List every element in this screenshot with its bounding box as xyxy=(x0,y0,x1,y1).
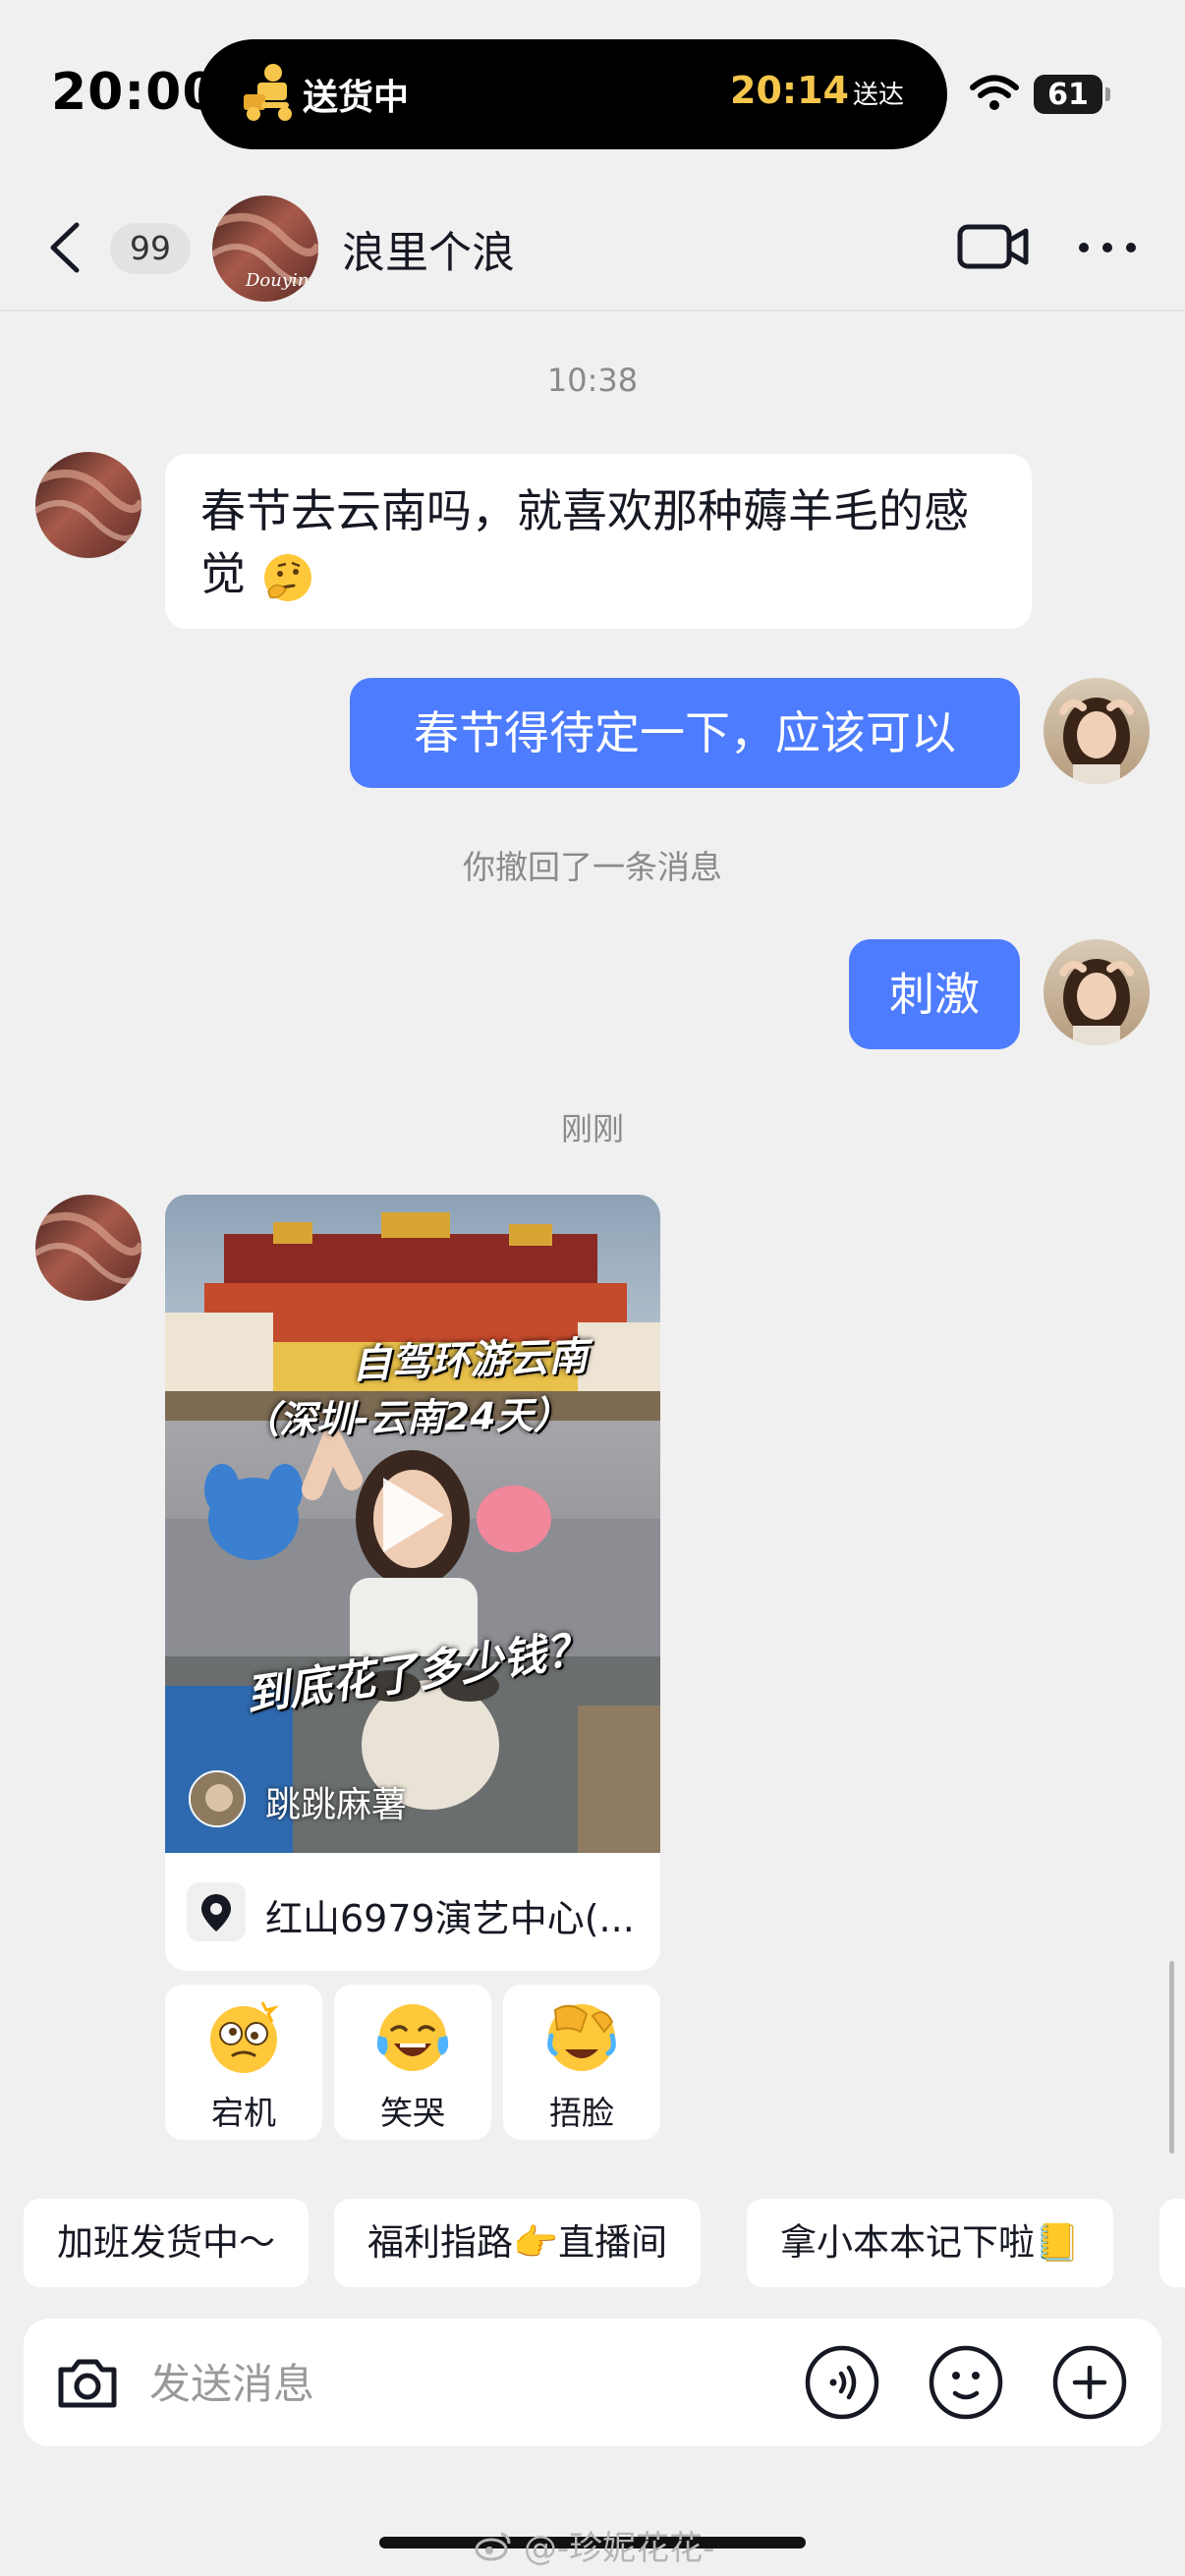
facepalm-icon xyxy=(547,2004,616,2071)
suggested-reply-chip[interactable]: 拿小本本记下啦📒 xyxy=(747,2199,1114,2287)
add-attachment-icon[interactable] xyxy=(1051,2344,1128,2421)
reaction-button-dizzy[interactable]: 宕机 xyxy=(165,1985,322,2140)
more-options-icon[interactable] xyxy=(1077,236,1138,259)
watermark: @-珍妮花花- xyxy=(474,2521,714,2569)
camera-icon[interactable] xyxy=(49,2344,126,2421)
incoming-message-bubble[interactable]: 春节去云南吗，就喜欢那种薅羊毛的感觉 xyxy=(165,454,1032,629)
video-caption: 自驾环游云南 xyxy=(351,1333,589,1388)
reaction-button-facepalm[interactable]: 捂脸 xyxy=(503,1985,660,2140)
message-input[interactable] xyxy=(149,2348,778,2419)
live-activity-eta: 20:14 送达 xyxy=(730,69,904,112)
timestamp-divider: 刚刚 xyxy=(560,1110,624,1148)
video-location-text: 红山6979演艺中心(... xyxy=(265,1897,635,1940)
emoji-picker-icon[interactable] xyxy=(928,2344,1004,2421)
contact-message-avatar[interactable] xyxy=(35,452,141,558)
weibo-logo-icon xyxy=(475,2532,511,2560)
reaction-label: 宕机 xyxy=(211,2094,276,2132)
video-location-row[interactable]: 红山6979演艺中心(... xyxy=(165,1853,660,1971)
eta-label: 送达 xyxy=(852,81,904,110)
status-bar: 20:00 送货中 20:14 送达 61 xyxy=(0,0,1185,182)
dizzy-face-icon xyxy=(210,2001,279,2073)
reaction-button-tears-of-joy[interactable]: 笑哭 xyxy=(334,1985,491,2140)
wifi-icon xyxy=(970,75,1019,110)
delivery-rider-icon xyxy=(244,64,292,121)
contact-name[interactable]: 浪里个浪 xyxy=(342,217,515,280)
live-activity-title: 送货中 xyxy=(303,78,410,118)
tears-of-joy-icon xyxy=(376,2004,449,2071)
battery-level: 61 xyxy=(1047,78,1089,112)
location-pin-icon xyxy=(187,1882,246,1941)
voice-message-icon[interactable] xyxy=(804,2344,880,2421)
battery-icon: 61 xyxy=(1034,75,1110,114)
chat-header: 99 Douyin 浪里个浪 xyxy=(0,182,1185,311)
suggested-reply-chip[interactable]: 福利指路👉直播间 xyxy=(334,2199,702,2287)
message-input-bar xyxy=(24,2319,1161,2446)
play-icon[interactable] xyxy=(375,1472,450,1558)
suggested-reply-chip-overflow[interactable] xyxy=(1159,2199,1185,2287)
live-activity-island[interactable]: 送货中 20:14 送达 xyxy=(198,39,947,149)
status-time: 20:00 xyxy=(51,63,219,122)
back-icon[interactable] xyxy=(43,219,86,276)
video-author-name[interactable]: 跳跳麻薯 xyxy=(265,1776,407,1827)
video-caption: （深圳-云南24天） xyxy=(241,1393,572,1442)
shared-video-card[interactable]: 自驾环游云南 （深圳-云南24天） 到底花了多少钱？ 跳跳麻薯 红山6979演艺… xyxy=(165,1195,660,1971)
outgoing-message-bubble[interactable]: 春节得待定一下，应该可以 xyxy=(350,678,1020,788)
contact-avatar[interactable]: Douyin xyxy=(212,196,318,302)
self-avatar[interactable] xyxy=(1044,678,1150,784)
recall-notice: 你撤回了一条消息 xyxy=(463,848,722,886)
video-call-icon[interactable] xyxy=(957,221,1030,272)
incoming-message-text: 春节去云南吗，就喜欢那种薅羊毛的感觉 xyxy=(200,484,969,600)
chat-scrollbar[interactable] xyxy=(1169,1961,1174,2154)
contact-message-avatar[interactable] xyxy=(35,1195,141,1301)
reaction-label: 笑哭 xyxy=(380,2094,445,2132)
video-author-avatar[interactable] xyxy=(189,1770,246,1827)
watermark-text: @-珍妮花花- xyxy=(523,2529,715,2568)
reaction-label: 捂脸 xyxy=(549,2094,614,2132)
thinking-face-icon xyxy=(263,553,311,601)
suggested-reply-chip[interactable]: 加班发货中～ xyxy=(24,2199,309,2287)
avatar-signature: Douyin xyxy=(245,270,309,291)
eta-time: 20:14 xyxy=(730,69,849,112)
unread-count-badge[interactable]: 99 xyxy=(110,223,191,274)
timestamp-divider: 10:38 xyxy=(546,362,639,399)
outgoing-message-bubble[interactable]: 刺激 xyxy=(849,939,1020,1049)
self-avatar[interactable] xyxy=(1044,939,1150,1045)
